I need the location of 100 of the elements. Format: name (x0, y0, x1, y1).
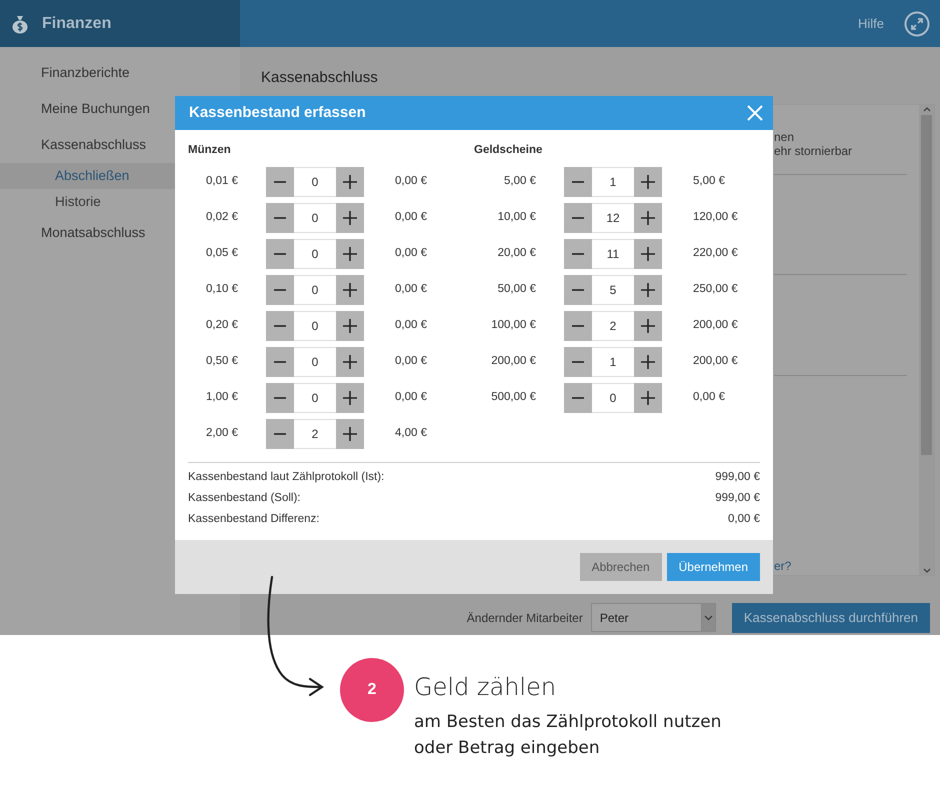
step-number: 2 (340, 658, 404, 722)
decrement-button[interactable] (266, 239, 294, 269)
count-field[interactable]: 0 (294, 239, 336, 269)
count-field[interactable]: 2 (592, 311, 634, 341)
plus-icon (342, 247, 358, 261)
count-field[interactable]: 0 (294, 203, 336, 233)
summary-value: 0,00 € (728, 512, 760, 527)
page-title: Kassenabschluss (261, 68, 379, 88)
summary-label: Kassenbestand (Soll): (188, 490, 301, 506)
plus-icon (640, 247, 656, 261)
section-heading: Geldscheine (474, 143, 544, 158)
denomination-label: 0,05 € (205, 246, 238, 262)
decrement-button[interactable] (564, 203, 592, 233)
increment-button[interactable] (336, 167, 364, 197)
denomination-label: 0,50 € (205, 354, 238, 370)
count-field[interactable]: 0 (294, 383, 336, 413)
employee-select[interactable]: Peter (590, 603, 716, 632)
count-field[interactable]: 1 (592, 167, 634, 197)
plus-icon (342, 427, 358, 441)
denomination-label: 0,01 € (205, 174, 238, 190)
decrement-button[interactable] (564, 275, 592, 305)
decrement-button[interactable] (564, 311, 592, 341)
plus-icon (342, 355, 358, 369)
plus-icon (640, 391, 656, 405)
increment-button[interactable] (336, 383, 364, 413)
increment-button[interactable] (634, 239, 662, 269)
increment-button[interactable] (634, 347, 662, 377)
count-field[interactable]: 2 (294, 419, 336, 449)
annotation-title: Geld zählen (414, 673, 558, 701)
decrement-button[interactable] (266, 347, 294, 377)
increment-button[interactable] (634, 383, 662, 413)
subtotal-label: 0,00 € (395, 354, 427, 370)
increment-button[interactable] (634, 311, 662, 341)
decrement-button[interactable] (266, 383, 294, 413)
app-title: Finanzen (42, 14, 112, 34)
decrement-button[interactable] (266, 203, 294, 233)
count-field[interactable]: 5 (592, 275, 634, 305)
subtotal-label: 120,00 € (693, 210, 738, 226)
denomination-label: 200,00 € (490, 354, 536, 370)
annotation-text: oder Betrag eingeben (414, 737, 601, 760)
subtotal-label: 4,00 € (395, 426, 427, 442)
subtotal-label: 0,00 € (395, 210, 427, 226)
increment-button[interactable] (336, 419, 364, 449)
decrement-button[interactable] (564, 347, 592, 377)
decrement-button[interactable] (266, 275, 294, 305)
count-field[interactable]: 0 (294, 311, 336, 341)
count-field[interactable]: 0 (294, 167, 336, 197)
decrement-button[interactable] (564, 239, 592, 269)
expand-icon[interactable] (904, 10, 930, 36)
increment-button[interactable] (336, 347, 364, 377)
increment-button[interactable] (336, 239, 364, 269)
increment-button[interactable] (634, 275, 662, 305)
increment-button[interactable] (634, 203, 662, 233)
plus-icon (640, 175, 656, 189)
count-field[interactable]: 0 (294, 275, 336, 305)
denomination-label: 1,00 € (205, 390, 238, 406)
plus-icon (342, 175, 358, 189)
subtotal-label: 200,00 € (693, 318, 738, 334)
close-button[interactable] (747, 105, 763, 121)
summary-value: 999,00 € (715, 470, 760, 485)
count-field[interactable]: 1 (592, 347, 634, 377)
plus-icon (640, 283, 656, 297)
summary-label: Kassenbestand laut Zählprotokoll (Ist): (188, 470, 384, 485)
count-field[interactable]: 11 (592, 239, 634, 269)
increment-button[interactable] (634, 167, 662, 197)
scrollbar-thumb[interactable] (921, 114, 932, 454)
subtotal-label: 200,00 € (693, 354, 738, 370)
panel-text: nen (774, 130, 796, 144)
decrement-button[interactable] (266, 167, 294, 197)
increment-button[interactable] (336, 275, 364, 305)
denomination-label: 2,00 € (205, 426, 238, 442)
sidebar-item[interactable]: Finanzberichte (0, 55, 240, 91)
denomination-label: 0,10 € (205, 282, 238, 298)
denomination-label: 20,00 € (496, 246, 536, 262)
decrement-button[interactable] (266, 419, 294, 449)
subtotal-label: 0,00 € (693, 390, 725, 406)
plus-icon (640, 355, 656, 369)
subtotal-label: 250,00 € (693, 282, 738, 298)
count-field[interactable]: 0 (592, 383, 634, 413)
plus-icon (342, 283, 358, 297)
decrement-button[interactable] (266, 311, 294, 341)
subtotal-label: 220,00 € (693, 246, 738, 262)
caret-icon (704, 614, 713, 621)
subtotal-label: 0,00 € (395, 246, 427, 262)
plus-icon (342, 391, 358, 405)
plus-icon (640, 319, 656, 333)
increment-button[interactable] (336, 311, 364, 341)
decrement-button[interactable] (564, 167, 592, 197)
summary-label: Kassenbestand Differenz: (188, 512, 320, 527)
subtotal-label: 0,00 € (395, 174, 427, 190)
denomination-label: 10,00 € (496, 210, 536, 226)
count-field[interactable]: 12 (592, 203, 634, 233)
money-bag-icon (10, 14, 30, 34)
increment-button[interactable] (336, 203, 364, 233)
count-field[interactable]: 0 (294, 347, 336, 377)
subtotal-label: 0,00 € (395, 390, 427, 406)
denomination-label: 0,02 € (205, 210, 238, 226)
subtotal-label: 0,00 € (395, 318, 427, 334)
denomination-label: 100,00 € (490, 318, 536, 334)
decrement-button[interactable] (564, 383, 592, 413)
